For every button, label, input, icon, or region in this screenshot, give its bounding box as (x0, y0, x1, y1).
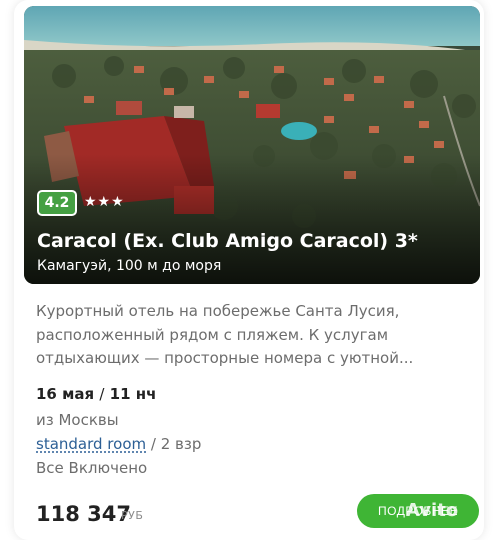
hotel-photo[interactable]: 4.2 ★★★ Caracol (Ex. Club Amigo Caracol)… (24, 6, 480, 284)
hotel-name[interactable]: Caracol (Ex. Club Amigo Caracol) 3* (37, 230, 418, 252)
tour-dates: 16 мая / 11 нч (36, 385, 156, 403)
details-button[interactable]: ПОДРОБНЕЕ (357, 494, 479, 528)
meal-plan: Все Включено (36, 459, 148, 477)
departure-city: из Москвы (36, 411, 119, 429)
rating-badge: 4.2 (37, 190, 77, 216)
hotel-card[interactable]: 4.2 ★★★ Caracol (Ex. Club Amigo Caracol)… (14, 0, 484, 540)
room-info: standard room / 2 взр (36, 435, 201, 453)
guests-count: / 2 взр (150, 435, 202, 453)
price-currency: РУБ (121, 509, 144, 522)
tour-date: 16 мая (36, 385, 95, 403)
star-rating-icons: ★★★ (84, 194, 125, 210)
hotel-description: Курортный отель на побережье Санта Лусия… (36, 302, 414, 367)
date-separator: / (99, 385, 105, 403)
price-amount: 118 347 (36, 502, 131, 526)
tour-nights: 11 нч (109, 385, 157, 403)
hotel-location: Камагуэй, 100 м до моря (37, 258, 222, 274)
room-type-link[interactable]: standard room (36, 435, 146, 453)
